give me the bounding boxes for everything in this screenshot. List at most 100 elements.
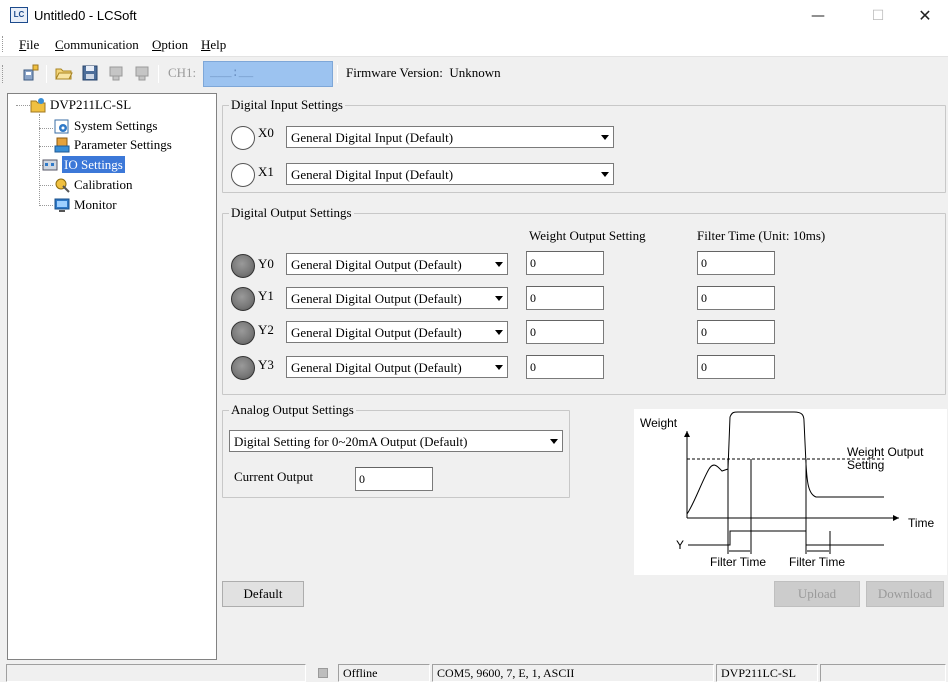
current-output-label: Current Output xyxy=(234,469,314,484)
tree-item-label: Monitor xyxy=(74,197,117,212)
menu-option[interactable]: Option xyxy=(152,37,188,53)
filter-time-column-header: Filter Time (Unit: 10ms) xyxy=(697,228,826,243)
upload-button[interactable]: Upload xyxy=(774,581,860,607)
weight-setting-label-2: Setting xyxy=(847,458,884,472)
output-led-y3 xyxy=(231,356,255,380)
input-label-x1: X1 xyxy=(258,164,274,179)
output-mode-select-y0[interactable]: General Digital Output (Default) xyxy=(286,253,508,275)
input-mode-value: General Digital Input (Default) xyxy=(291,130,454,145)
filter-time-input-y2[interactable]: 0 xyxy=(697,320,775,344)
system-settings-icon xyxy=(54,119,69,134)
output-label-y0: Y0 xyxy=(258,256,274,271)
filter-time-input-y0[interactable]: 0 xyxy=(697,251,775,275)
tree-item-label: IO Settings xyxy=(62,156,125,173)
output-label-y1: Y1 xyxy=(258,288,274,303)
analog-output-mode-select[interactable]: Digital Setting for 0~20mA Output (Defau… xyxy=(229,430,563,452)
output-led-y0 xyxy=(231,254,255,278)
tree-root-label: DVP211LC-SL xyxy=(50,97,132,112)
digital-output-title: Digital Output Settings xyxy=(229,205,354,221)
filter-time-label-1: Filter Time xyxy=(710,555,766,569)
model-status: DVP211LC-SL xyxy=(716,664,818,682)
tree-item-io-settings[interactable]: IO Settings xyxy=(8,155,208,175)
filter-time-input-y3[interactable]: 0 xyxy=(697,355,775,379)
chevron-down-icon[interactable] xyxy=(544,432,561,450)
output-led-y2 xyxy=(231,321,255,345)
window-title: Untitled0 - LCSoft xyxy=(34,8,137,23)
weight-output-input-y1[interactable]: 0 xyxy=(526,286,604,310)
new-device-icon[interactable] xyxy=(22,64,40,82)
tree-item-parameter-settings[interactable]: Parameter Settings xyxy=(8,135,208,155)
input-mode-select-x1[interactable]: General Digital Input (Default) xyxy=(286,163,614,185)
input-led-x1 xyxy=(231,163,255,187)
output-mode-select-y3[interactable]: General Digital Output (Default) xyxy=(286,356,508,378)
filter-time-label-2: Filter Time xyxy=(789,555,845,569)
download-icon[interactable] xyxy=(133,64,151,82)
parameter-settings-icon xyxy=(54,137,70,153)
save-icon[interactable] xyxy=(81,64,99,82)
monitor-icon xyxy=(54,198,70,212)
output-mode-value: General Digital Output (Default) xyxy=(291,257,462,272)
firmware-label: Firmware Version: Unknown xyxy=(346,65,501,80)
default-button[interactable]: Default xyxy=(222,581,304,607)
input-led-x0 xyxy=(231,126,255,150)
weight-setting-label-1: Weight Output xyxy=(847,445,924,459)
tree-item-label: Parameter Settings xyxy=(74,137,172,152)
output-mode-select-y2[interactable]: General Digital Output (Default) xyxy=(286,321,508,343)
menu-communication[interactable]: Communication xyxy=(55,37,139,53)
device-tree[interactable]: DVP211LC-SL System Settings Parameter Se… xyxy=(7,93,217,660)
port-settings-status: COM5, 9600, 7, E, 1, ASCII xyxy=(432,664,714,682)
output-mode-select-y1[interactable]: General Digital Output (Default) xyxy=(286,287,508,309)
chevron-down-icon[interactable] xyxy=(489,289,506,307)
status-message-cell xyxy=(6,664,306,682)
output-mode-value: General Digital Output (Default) xyxy=(291,360,462,375)
weight-output-input-y0[interactable]: 0 xyxy=(526,251,604,275)
toolbar: CH1: Firmware Version: Unknown xyxy=(0,56,948,90)
chevron-down-icon[interactable] xyxy=(595,165,612,183)
close-button[interactable]: ✕ xyxy=(902,0,948,32)
digital-input-title: Digital Input Settings xyxy=(229,97,345,113)
download-button[interactable]: Download xyxy=(866,581,944,607)
filter-time-input-y1[interactable]: 0 xyxy=(697,286,775,310)
title-bar: LC Untitled0 - LCSoft — ☐ ✕ xyxy=(0,0,948,32)
device-folder-icon xyxy=(30,98,46,113)
maximize-button[interactable]: ☐ xyxy=(855,0,901,32)
tree-item-label: Calibration xyxy=(74,177,133,192)
status-extra-cell xyxy=(820,664,946,682)
menu-help[interactable]: Help xyxy=(201,37,226,53)
output-mode-value: General Digital Output (Default) xyxy=(291,325,462,340)
weight-output-input-y2[interactable]: 0 xyxy=(526,320,604,344)
upload-icon[interactable] xyxy=(107,64,125,82)
tree-item-system-settings[interactable]: System Settings xyxy=(8,116,208,136)
tree-item-monitor[interactable]: Monitor xyxy=(8,195,208,215)
output-led-y1 xyxy=(231,287,255,311)
tree-item-label: System Settings xyxy=(74,118,158,133)
open-folder-icon[interactable] xyxy=(55,64,73,82)
current-output-input[interactable]: 0 xyxy=(355,467,433,491)
input-mode-select-x0[interactable]: General Digital Input (Default) xyxy=(286,126,614,148)
menu-bar: File Communication Option Help xyxy=(0,32,948,56)
analog-output-title: Analog Output Settings xyxy=(229,402,356,418)
input-label-x0: X0 xyxy=(258,125,274,140)
tree-root-device[interactable]: DVP211LC-SL xyxy=(8,95,208,115)
status-bar: Offline COM5, 9600, 7, E, 1, ASCII DVP21… xyxy=(0,662,948,682)
output-label-y2: Y2 xyxy=(258,322,274,337)
chevron-down-icon[interactable] xyxy=(489,358,506,376)
channel-input[interactable]: ___:__ xyxy=(203,61,333,87)
connection-indicator xyxy=(318,668,328,678)
menu-file[interactable]: File xyxy=(19,37,39,53)
channel-label: CH1: xyxy=(168,65,197,80)
weight-output-input-y3[interactable]: 0 xyxy=(526,355,604,379)
analog-output-mode-value: Digital Setting for 0~20mA Output (Defau… xyxy=(234,434,468,449)
chevron-down-icon[interactable] xyxy=(489,255,506,273)
menu-grip xyxy=(2,36,6,52)
chevron-down-icon[interactable] xyxy=(595,128,612,146)
output-label-y3: Y3 xyxy=(258,357,274,372)
weight-axis-label: Weight xyxy=(640,416,678,430)
toolbar-separator xyxy=(337,65,338,83)
output-mode-value: General Digital Output (Default) xyxy=(291,291,462,306)
chevron-down-icon[interactable] xyxy=(489,323,506,341)
tree-item-calibration[interactable]: Calibration xyxy=(8,175,208,195)
toolbar-separator xyxy=(158,65,159,83)
app-icon: LC xyxy=(10,7,28,23)
minimize-button[interactable]: — xyxy=(795,0,841,32)
